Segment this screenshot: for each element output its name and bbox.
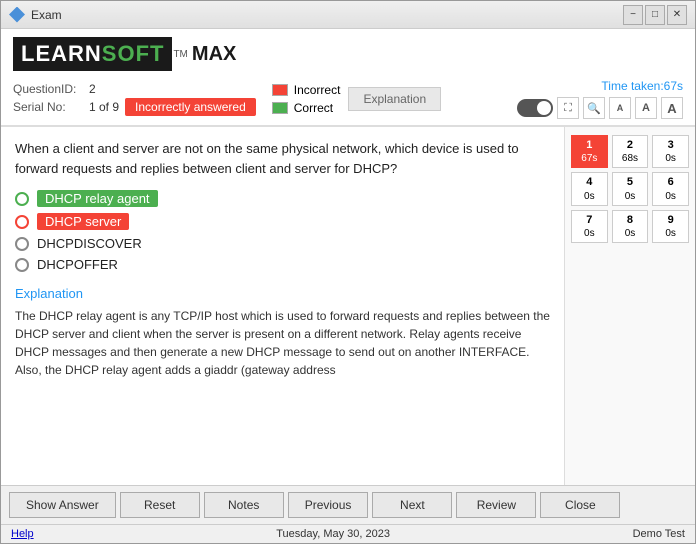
notes-button[interactable]: Notes xyxy=(204,492,284,518)
zoom-in-icon[interactable]: 🔍 xyxy=(583,97,605,119)
info-left: QuestionID: 2 Serial No: 1 of 9 Incorrec… xyxy=(13,82,256,116)
font-large-icon[interactable]: A xyxy=(661,97,683,119)
question-cell-3[interactable]: 30s xyxy=(652,135,689,168)
question-id-label: QuestionID: xyxy=(13,82,83,96)
radio-4[interactable] xyxy=(15,258,29,272)
option-1-label: DHCP relay agent xyxy=(37,190,158,207)
icon-toolbar: ⛶ 🔍 A A A xyxy=(517,97,683,119)
previous-button[interactable]: Previous xyxy=(288,492,369,518)
window-title: Exam xyxy=(31,8,623,22)
correct-color-swatch xyxy=(272,102,288,114)
question-cell-6[interactable]: 60s xyxy=(652,172,689,205)
question-text: When a client and server are not on the … xyxy=(15,139,550,178)
font-medium-icon[interactable]: A xyxy=(635,97,657,119)
close-button[interactable]: Close xyxy=(540,492,620,518)
app-icon xyxy=(9,7,25,23)
status-bar: Help Tuesday, May 30, 2023 Demo Test xyxy=(1,524,695,543)
option-1[interactable]: DHCP relay agent xyxy=(15,190,550,207)
question-cell-4[interactable]: 40s xyxy=(571,172,608,205)
option-3-label: DHCPDISCOVER xyxy=(37,236,142,251)
radio-2[interactable] xyxy=(15,215,29,229)
title-bar: Exam − □ ✕ xyxy=(1,1,695,29)
radio-3[interactable] xyxy=(15,237,29,251)
serial-value: 1 of 9 xyxy=(89,100,119,114)
toggle-switch[interactable] xyxy=(517,99,553,117)
question-cell-2[interactable]: 268s xyxy=(612,135,649,168)
minimize-button[interactable]: − xyxy=(623,5,643,25)
logo-max: MAX xyxy=(192,43,236,66)
logo-tm: TM xyxy=(173,49,187,60)
bottom-bar: Show Answer Reset Notes Previous Next Re… xyxy=(1,485,695,524)
title-buttons: − □ ✕ xyxy=(623,5,687,25)
incorrect-badge: Incorrectly answered xyxy=(125,98,256,116)
legend-incorrect-label: Incorrect xyxy=(294,83,341,97)
fullscreen-icon[interactable]: ⛶ xyxy=(557,97,579,119)
time-label: Time taken:67s xyxy=(601,79,683,93)
option-2-label: DHCP server xyxy=(37,213,129,230)
question-panel: When a client and server are not on the … xyxy=(1,127,565,485)
option-4[interactable]: DHCPOFFER xyxy=(15,257,550,272)
side-panel: 167s268s30s 40s50s60s 70s80s90s xyxy=(565,127,695,485)
question-cell-9[interactable]: 90s xyxy=(652,210,689,243)
explanation-section: Explanation The DHCP relay agent is any … xyxy=(15,286,550,379)
explanation-title: Explanation xyxy=(15,286,550,301)
question-grid: 167s268s30s 40s50s60s 70s80s90s xyxy=(571,135,689,243)
review-button[interactable]: Review xyxy=(456,492,536,518)
legend-correct-label: Correct xyxy=(294,101,333,115)
main-window: Exam − □ ✕ LEARN SOFT TM MAX QuestionID:… xyxy=(0,0,696,544)
serial-label: Serial No: xyxy=(13,100,83,114)
option-list: DHCP relay agent DHCP server DHCPDISCOVE… xyxy=(15,190,550,272)
legend-area: Incorrect Correct xyxy=(272,83,341,115)
toggle-knob xyxy=(537,101,551,115)
radio-1[interactable] xyxy=(15,192,29,206)
serial-row: Serial No: 1 of 9 Incorrectly answered xyxy=(13,98,256,116)
explanation-button[interactable]: Explanation xyxy=(348,87,441,111)
help-link[interactable]: Help xyxy=(11,528,34,540)
logo-learn: LEARN xyxy=(21,41,102,67)
status-mode: Demo Test xyxy=(633,528,685,540)
legend-incorrect: Incorrect xyxy=(272,83,341,97)
reset-button[interactable]: Reset xyxy=(120,492,200,518)
legend-correct: Correct xyxy=(272,101,341,115)
show-answer-button[interactable]: Show Answer xyxy=(9,492,116,518)
question-cell-5[interactable]: 50s xyxy=(612,172,649,205)
question-cell-7[interactable]: 70s xyxy=(571,210,608,243)
option-2[interactable]: DHCP server xyxy=(15,213,550,230)
logo-area: LEARN SOFT TM MAX xyxy=(13,37,683,71)
info-row: QuestionID: 2 Serial No: 1 of 9 Incorrec… xyxy=(13,79,683,119)
next-button[interactable]: Next xyxy=(372,492,452,518)
header: LEARN SOFT TM MAX QuestionID: 2 Serial N… xyxy=(1,29,695,126)
incorrect-color-swatch xyxy=(272,84,288,96)
explanation-text: The DHCP relay agent is any TCP/IP host … xyxy=(15,307,550,379)
font-small-icon[interactable]: A xyxy=(609,97,631,119)
logo-soft: SOFT xyxy=(102,41,165,67)
question-cell-8[interactable]: 80s xyxy=(612,210,649,243)
option-3[interactable]: DHCPDISCOVER xyxy=(15,236,550,251)
question-id-value: 2 xyxy=(89,82,96,96)
main-area: When a client and server are not on the … xyxy=(1,126,695,485)
question-cell-1[interactable]: 167s xyxy=(571,135,608,168)
option-4-label: DHCPOFFER xyxy=(37,257,118,272)
close-window-button[interactable]: ✕ xyxy=(667,5,687,25)
logo-box: LEARN SOFT xyxy=(13,37,172,71)
question-id-row: QuestionID: 2 xyxy=(13,82,256,96)
status-date: Tuesday, May 30, 2023 xyxy=(276,528,390,540)
toolbar-right: Time taken:67s ⛶ 🔍 A A A xyxy=(517,79,683,119)
maximize-button[interactable]: □ xyxy=(645,5,665,25)
